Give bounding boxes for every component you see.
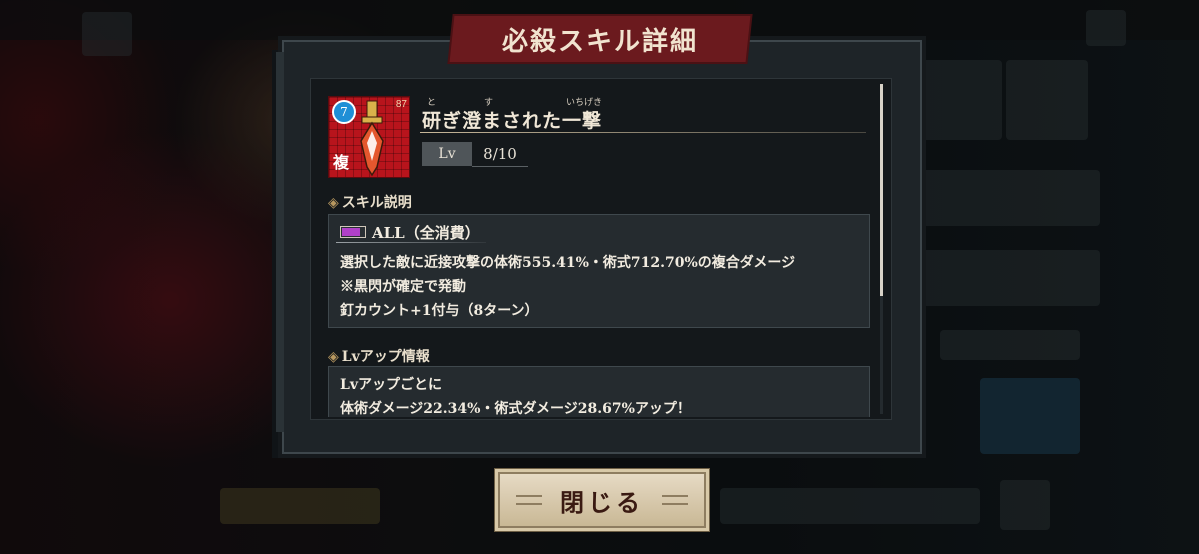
skill-type-label: 複 <box>333 153 350 172</box>
levelup-line: 体術ダメージ22.34%・術式ダメージ28.67%アップ！ <box>340 401 691 417</box>
dialog-title: 必殺スキル詳細 <box>501 26 698 57</box>
close-button-label: 閉じる <box>560 487 644 517</box>
level-value: 8/10 <box>472 142 528 167</box>
levelup-line: Lvアップごとに <box>340 377 442 393</box>
diamond-icon: ◈ <box>328 195 339 211</box>
description-line: ※黒閃が確定で発動 <box>340 279 466 295</box>
skill-name-divider <box>420 132 866 133</box>
button-ornament-right <box>662 495 688 505</box>
description-line: 選択した敵に近接攻撃の体術555.41%・術式712.70%の複合ダメージ <box>340 255 796 271</box>
levelup-heading-text: Lvアップ情報 <box>341 349 430 365</box>
skill-icon: 7 87 複 <box>328 96 410 178</box>
cost-gauge-icon <box>340 226 366 238</box>
close-button[interactable]: 閉じる <box>498 472 706 528</box>
cost-underline <box>336 242 486 243</box>
description-line: 釘カウント+1付与（8ターン） <box>340 303 539 319</box>
level-label: Lv <box>422 142 472 166</box>
cost-label: ALL（全消費） <box>372 224 480 242</box>
skill-description-heading: ◈ スキル説明 <box>328 192 412 212</box>
levelup-heading: ◈ Lvアップ情報 <box>328 346 430 366</box>
diamond-icon: ◈ <box>328 349 339 365</box>
skill-name: 研ぎ澄まされた一撃 <box>422 110 603 132</box>
skill-badge-icon: 7 <box>332 100 356 124</box>
scrollbar-thumb[interactable] <box>880 84 883 296</box>
cost-gauge-fill <box>342 228 360 236</box>
button-ornament-left <box>516 495 542 505</box>
icon-corner-number: 87 <box>395 99 407 110</box>
skill-description-heading-text: スキル説明 <box>341 195 412 211</box>
